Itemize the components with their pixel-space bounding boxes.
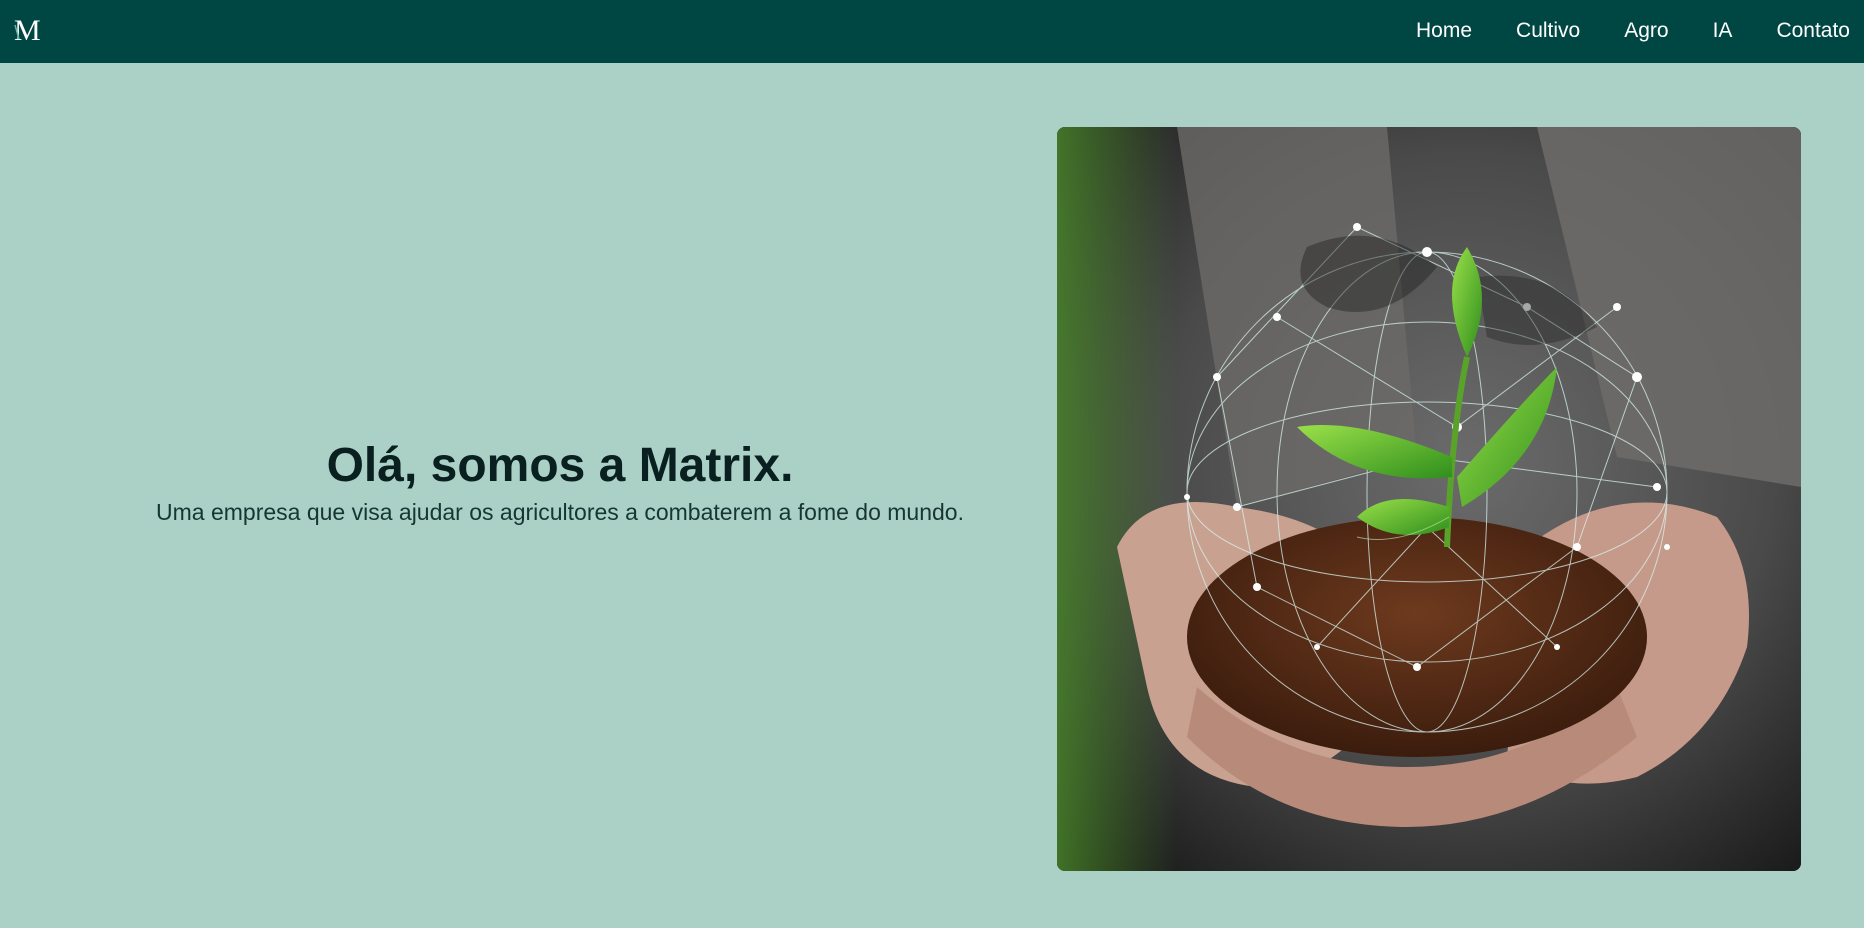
matrix-logo-icon[interactable]: M <box>12 13 44 47</box>
hands-soil-globe-illustration <box>1057 127 1801 871</box>
hero-subtitle: Uma empresa que visa ajudar os agriculto… <box>156 498 964 525</box>
nav-link-cultivo[interactable]: Cultivo <box>1516 19 1580 43</box>
nav-link-contato[interactable]: Contato <box>1776 19 1850 43</box>
nav-link-ia[interactable]: IA <box>1713 19 1733 43</box>
svg-text:M: M <box>14 14 41 45</box>
hero-image <box>1057 127 1801 871</box>
main-nav: Home Cultivo Agro IA Contato <box>1416 19 1850 43</box>
nav-link-home[interactable]: Home <box>1416 19 1472 43</box>
nav-link-agro[interactable]: Agro <box>1624 19 1668 43</box>
top-navbar: M Home Cultivo Agro IA Contato <box>0 0 1864 63</box>
hero-text-block: Olá, somos a Matrix. Uma empresa que vis… <box>0 439 1120 526</box>
hero-title: Olá, somos a Matrix. <box>326 439 794 492</box>
